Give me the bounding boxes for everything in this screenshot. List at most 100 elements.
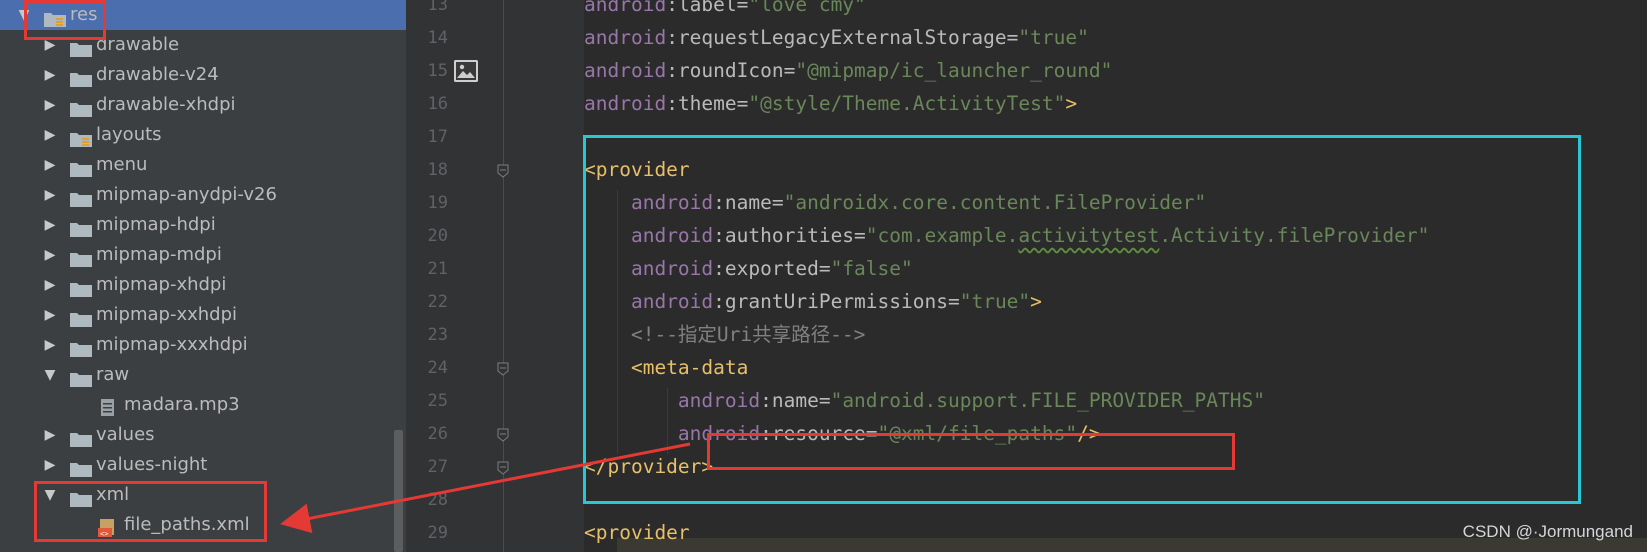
fold-marker-icon[interactable]: [497, 427, 509, 442]
code-token: =: [783, 59, 796, 82]
code-token: exported: [724, 257, 819, 280]
code-token: android: [677, 422, 761, 445]
chevron-right-icon[interactable]: ▶: [42, 60, 58, 90]
image-preview-icon[interactable]: [454, 60, 478, 82]
line-number: 22: [427, 292, 448, 312]
tree-item-label: drawable: [96, 34, 180, 55]
chevron-right-icon[interactable]: ▶: [42, 300, 58, 330]
tree-item[interactable]: ▶ mipmap-xhdpi: [0, 270, 406, 300]
code-line: <meta-data: [584, 351, 748, 385]
code-line: android:name="android.support.FILE_PROVI…: [584, 384, 1265, 418]
chevron-right-icon[interactable]: ▶: [42, 180, 58, 210]
code-token: =: [818, 257, 831, 280]
tree-item[interactable]: ▶ mipmap-hdpi: [0, 210, 406, 240]
code-token: resource: [771, 422, 866, 445]
fold-marker-icon[interactable]: [497, 163, 509, 178]
chevron-right-icon[interactable]: ▶: [42, 450, 58, 480]
folder-icon: [70, 247, 92, 267]
code-token: name: [771, 389, 819, 412]
folder-icon: [70, 337, 92, 357]
tree-scrollbar[interactable]: [394, 430, 403, 552]
code-token: />: [1077, 422, 1101, 445]
tree-item[interactable]: ▼ raw: [0, 360, 406, 390]
chevron-down-icon[interactable]: ▼: [42, 360, 58, 390]
chevron-right-icon[interactable]: ▶: [42, 270, 58, 300]
tree-item[interactable]: ▶ mipmap-mdpi: [0, 240, 406, 270]
tree-item[interactable]: ▶ values: [0, 420, 406, 450]
chevron-right-icon[interactable]: ▶: [42, 30, 58, 60]
tree-item-label: mipmap-xxxhdpi: [96, 334, 248, 355]
line-number: 24: [427, 358, 448, 378]
code-token: :: [666, 26, 678, 49]
code-token: name: [724, 191, 772, 214]
chevron-down-icon[interactable]: ▼: [42, 480, 58, 510]
code-token: :: [713, 191, 725, 214]
tree-item[interactable]: ▶ drawable-v24: [0, 60, 406, 90]
code-token: android: [630, 257, 714, 280]
tree-item[interactable]: ▼ res: [0, 0, 406, 30]
tree-item[interactable]: ▶ mipmap-xxxhdpi: [0, 330, 406, 360]
chevron-right-icon[interactable]: ▶: [42, 420, 58, 450]
tree-item[interactable]: <> file_paths.xml: [0, 510, 406, 540]
chevron-right-icon[interactable]: ▶: [42, 120, 58, 150]
line-number: 15: [427, 61, 448, 81]
chevron-down-icon[interactable]: ▼: [16, 0, 32, 30]
code-line: <provider: [584, 516, 690, 550]
code-line: android:theme="@style/Theme.ActivityTest…: [584, 87, 1077, 121]
code-token: "@mipmap/ic_launcher_round": [795, 59, 1113, 82]
chevron-right-icon[interactable]: ▶: [42, 150, 58, 180]
code-line: android:resource="@xml/file_paths"/>: [584, 417, 1101, 451]
line-number: 23: [427, 325, 448, 345]
line-number: 14: [427, 28, 448, 48]
tree-item[interactable]: ▶ menu: [0, 150, 406, 180]
tree-item[interactable]: ▶ values-night: [0, 450, 406, 480]
line-number: 25: [427, 391, 448, 411]
code-token: <provider: [584, 521, 690, 544]
code-token: android: [584, 26, 667, 49]
tree-item-label: drawable-v24: [96, 64, 219, 85]
code-token: =: [818, 389, 831, 412]
tree-item[interactable]: madara.mp3: [0, 390, 406, 420]
code-token: =: [1006, 26, 1019, 49]
code-line: android:requestLegacyExternalStorage="tr…: [584, 21, 1089, 55]
chevron-right-icon[interactable]: ▶: [42, 240, 58, 270]
line-number: 20: [427, 226, 448, 246]
fold-marker-icon[interactable]: [497, 361, 509, 376]
code-token: <!--指定Uri共享路径-->: [630, 323, 866, 346]
code-token: android: [677, 389, 761, 412]
chevron-right-icon[interactable]: ▶: [42, 210, 58, 240]
code-token: .Activity.fileProvider": [1159, 224, 1430, 247]
code-token: android: [584, 0, 667, 16]
code-token: =: [865, 422, 878, 445]
line-number: 18: [427, 160, 448, 180]
tree-item-label: res: [70, 4, 98, 25]
folder-icon: [70, 37, 92, 57]
code-token: :: [713, 224, 725, 247]
folder-icon: [70, 127, 92, 147]
code-token: =: [736, 92, 749, 115]
code-token: <meta-data: [630, 356, 749, 379]
tree-item[interactable]: ▶ mipmap-anydpi-v26: [0, 180, 406, 210]
code-line: <!--指定Uri共享路径-->: [584, 318, 865, 352]
tree-item[interactable]: ▶ drawable-xhdpi: [0, 90, 406, 120]
tree-item[interactable]: ▶ mipmap-xxhdpi: [0, 300, 406, 330]
tree-item[interactable]: ▶ drawable: [0, 30, 406, 60]
tree-item[interactable]: ▶ layouts: [0, 120, 406, 150]
chevron-right-icon[interactable]: ▶: [42, 330, 58, 360]
tree-item[interactable]: ▼ xml: [0, 480, 406, 510]
tree-item-label: file_paths.xml: [124, 514, 250, 535]
code-token: :: [713, 290, 725, 313]
chevron-right-icon[interactable]: ▶: [42, 90, 58, 120]
code-token: "androidx.core.content.FileProvider": [783, 191, 1207, 214]
code-line: android:grantUriPermissions="true">: [584, 285, 1042, 319]
line-number: 17: [427, 127, 448, 147]
line-number: 13: [427, 0, 448, 15]
line-number: 26: [427, 424, 448, 444]
code-token: "android.support.FILE_PROVIDER_PATHS": [830, 389, 1265, 412]
fold-marker-icon[interactable]: [497, 460, 509, 475]
tree-item-label: madara.mp3: [124, 394, 240, 415]
